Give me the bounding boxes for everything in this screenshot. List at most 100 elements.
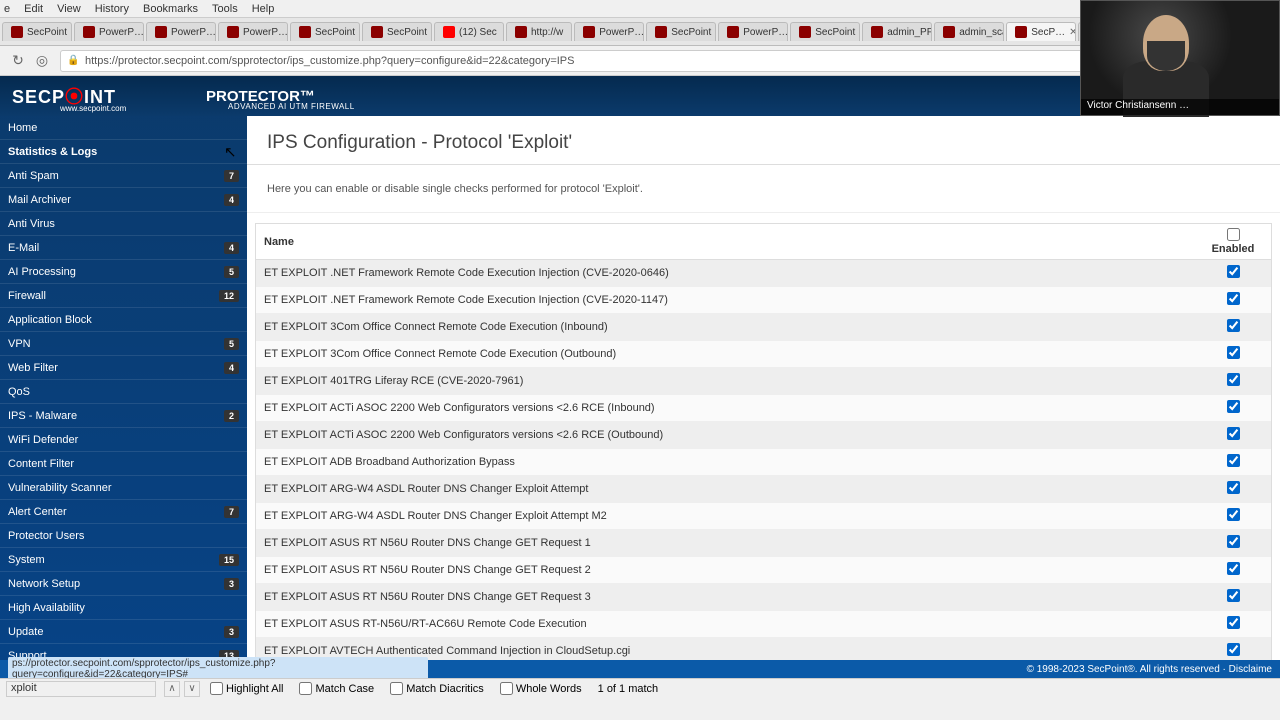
- sidebar-item[interactable]: Alert Center7: [0, 500, 247, 524]
- find-input[interactable]: xploit: [6, 681, 156, 697]
- sidebar-item[interactable]: Network Setup3: [0, 572, 247, 596]
- sidebar-label: Alert Center: [8, 506, 67, 518]
- browser-tab[interactable]: SecPoint: [646, 22, 716, 41]
- sidebar-label: Content Filter: [8, 458, 74, 470]
- exploit-name: ET EXPLOIT 3Com Office Connect Remote Co…: [264, 348, 1203, 360]
- enabled-cell: [1203, 400, 1263, 416]
- sidebar-badge: 4: [224, 242, 239, 254]
- sidebar-item[interactable]: Update3: [0, 620, 247, 644]
- enabled-checkbox[interactable]: [1227, 562, 1240, 575]
- match-case-option[interactable]: Match Case: [299, 682, 374, 695]
- sidebar-item[interactable]: VPN5: [0, 332, 247, 356]
- url-input[interactable]: 🔒 https://protector.secpoint.com/spprote…: [60, 50, 1220, 72]
- menu-view[interactable]: View: [57, 3, 81, 15]
- enabled-checkbox[interactable]: [1227, 481, 1240, 494]
- sidebar-badge: 3: [224, 578, 239, 590]
- sidebar-item[interactable]: IPS - Malware2: [0, 404, 247, 428]
- enabled-checkbox[interactable]: [1227, 508, 1240, 521]
- browser-tab[interactable]: SecPoint: [290, 22, 360, 41]
- reload-icon[interactable]: ↻: [10, 53, 26, 69]
- whole-words-option[interactable]: Whole Words: [500, 682, 582, 695]
- browser-tab[interactable]: PowerP…: [574, 22, 644, 41]
- sidebar-item[interactable]: Mail Archiver4: [0, 188, 247, 212]
- disclaimer-link[interactable]: Disclaime: [1229, 664, 1272, 675]
- sidebar-item[interactable]: Statistics & Logs: [0, 140, 247, 164]
- sidebar-item[interactable]: Home: [0, 116, 247, 140]
- find-prev-icon[interactable]: ∧: [164, 681, 180, 697]
- browser-tab[interactable]: (12) Sec: [434, 22, 504, 41]
- lock-icon: 🔒: [67, 55, 79, 66]
- enable-all-checkbox[interactable]: [1227, 228, 1240, 241]
- browser-tab[interactable]: PowerP…: [74, 22, 144, 41]
- enabled-checkbox[interactable]: [1227, 400, 1240, 413]
- browser-tab[interactable]: SecPoint: [2, 22, 72, 41]
- sidebar-item[interactable]: High Availability: [0, 596, 247, 620]
- enabled-cell: [1203, 481, 1263, 497]
- menu-help[interactable]: Help: [252, 3, 275, 15]
- menu-history[interactable]: History: [95, 3, 129, 15]
- menu-tools[interactable]: Tools: [212, 3, 238, 15]
- sidebar-item[interactable]: Anti Spam7: [0, 164, 247, 188]
- enabled-checkbox[interactable]: [1227, 265, 1240, 278]
- browser-tab[interactable]: SecPoint: [790, 22, 860, 41]
- exploit-name: ET EXPLOIT ASUS RT N56U Router DNS Chang…: [264, 537, 1203, 549]
- browser-tab[interactable]: SecP…✕: [1006, 22, 1076, 41]
- enabled-checkbox[interactable]: [1227, 292, 1240, 305]
- menu-edit[interactable]: Edit: [24, 3, 43, 15]
- sidebar-item[interactable]: Firewall12: [0, 284, 247, 308]
- table-row: ET EXPLOIT 401TRG Liferay RCE (CVE-2020-…: [256, 368, 1271, 395]
- sidebar-item[interactable]: Web Filter4: [0, 356, 247, 380]
- enabled-checkbox[interactable]: [1227, 616, 1240, 629]
- enabled-checkbox[interactable]: [1227, 319, 1240, 332]
- menu-file[interactable]: e: [4, 3, 10, 15]
- browser-tab[interactable]: SecPoint: [362, 22, 432, 41]
- enabled-cell: [1203, 427, 1263, 443]
- tab-favicon-icon: [443, 26, 455, 38]
- tab-favicon-icon: [515, 26, 527, 38]
- tab-label: SecPoint: [671, 27, 711, 38]
- sidebar-item[interactable]: WiFi Defender: [0, 428, 247, 452]
- sidebar-label: Web Filter: [8, 362, 58, 374]
- sidebar-item[interactable]: QoS: [0, 380, 247, 404]
- sidebar-item[interactable]: Content Filter: [0, 452, 247, 476]
- sidebar-item[interactable]: Application Block: [0, 308, 247, 332]
- enabled-checkbox[interactable]: [1227, 643, 1240, 656]
- exploit-name: ET EXPLOIT ASUS RT N56U Router DNS Chang…: [264, 591, 1203, 603]
- browser-tab[interactable]: PowerP…: [718, 22, 788, 41]
- table-row: ET EXPLOIT ASUS RT N56U Router DNS Chang…: [256, 584, 1271, 611]
- column-name[interactable]: Name: [264, 236, 1203, 248]
- table-row: ET EXPLOIT ASUS RT N56U Router DNS Chang…: [256, 557, 1271, 584]
- find-next-icon[interactable]: ∨: [184, 681, 200, 697]
- shield-icon[interactable]: ◎: [34, 53, 50, 69]
- enabled-checkbox[interactable]: [1227, 427, 1240, 440]
- browser-tab[interactable]: http://w: [506, 22, 572, 41]
- enabled-checkbox[interactable]: [1227, 589, 1240, 602]
- enabled-checkbox[interactable]: [1227, 535, 1240, 548]
- sidebar-item[interactable]: Anti Virus: [0, 212, 247, 236]
- sidebar-item[interactable]: Protector Users: [0, 524, 247, 548]
- footer-brand-link[interactable]: SecPoint®: [1087, 664, 1134, 675]
- column-enabled[interactable]: Enabled: [1203, 228, 1263, 255]
- browser-tab[interactable]: admin_scan: [934, 22, 1004, 41]
- menu-bookmarks[interactable]: Bookmarks: [143, 3, 198, 15]
- browser-tab[interactable]: admin_PFIT: [862, 22, 932, 41]
- table-row: ET EXPLOIT 3Com Office Connect Remote Co…: [256, 341, 1271, 368]
- match-diacritics-option[interactable]: Match Diacritics: [390, 682, 484, 695]
- sidebar-item[interactable]: AI Processing5: [0, 260, 247, 284]
- browser-tab[interactable]: PowerP…: [146, 22, 216, 41]
- app-footer: ps://protector.secpoint.com/spprotector/…: [0, 660, 1280, 678]
- enabled-checkbox[interactable]: [1227, 346, 1240, 359]
- tab-label: (12) Sec: [459, 27, 497, 38]
- sidebar-label: WiFi Defender: [8, 434, 78, 446]
- table-row: ET EXPLOIT ARG-W4 ASDL Router DNS Change…: [256, 503, 1271, 530]
- sidebar-item[interactable]: E-Mail4: [0, 236, 247, 260]
- browser-tab[interactable]: PowerP…: [218, 22, 288, 41]
- tab-close-icon[interactable]: ✕: [1069, 27, 1076, 38]
- sidebar-item[interactable]: Vulnerability Scanner: [0, 476, 247, 500]
- highlight-all-option[interactable]: Highlight All: [210, 682, 283, 695]
- sidebar-label: Update: [8, 626, 43, 638]
- enabled-checkbox[interactable]: [1227, 373, 1240, 386]
- sidebar-item[interactable]: System15: [0, 548, 247, 572]
- enabled-checkbox[interactable]: [1227, 454, 1240, 467]
- table-header: Name Enabled: [256, 224, 1271, 260]
